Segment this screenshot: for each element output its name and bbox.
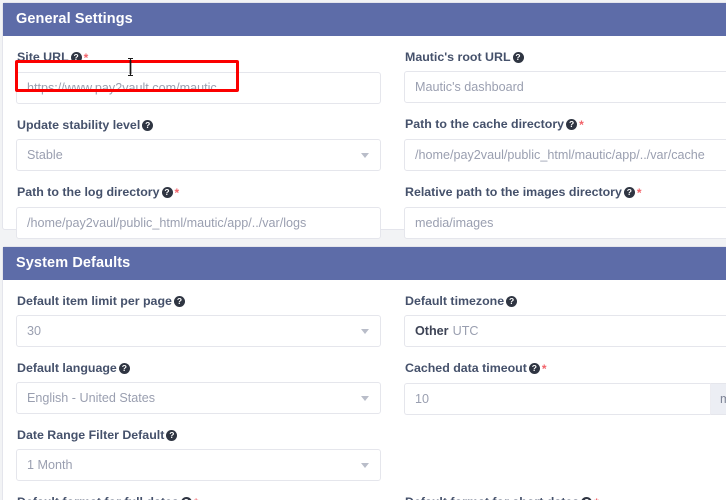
label-mautic-root-url-text: Mautic's root URL	[405, 50, 511, 64]
required-asterisk: *	[594, 496, 599, 500]
label-cache-directory: Path to the cache directory? *	[405, 117, 726, 133]
select-default-timezone-group: Other	[415, 324, 449, 338]
label-cache-directory-text: Path to the cache directory	[405, 117, 565, 131]
required-asterisk: *	[174, 186, 180, 200]
field-images-directory: Relative path to the images directory? * …	[404, 185, 726, 239]
input-cache-directory-value: /home/pay2vaul/public_html/mautic/app/..…	[415, 148, 705, 162]
label-default-format-short-dates-text: Default format for short dates	[405, 495, 579, 500]
label-mautic-root-url: Mautic's root URL?	[405, 50, 726, 65]
chevron-down-icon	[361, 329, 369, 334]
field-site-url: Site URL? * https://www.pay2vault.com/mau…	[16, 50, 382, 104]
system-defaults-left-column: Default item limit per page? 30 Default …	[16, 294, 382, 500]
field-cache-directory: Path to the cache directory? * /home/pay2…	[404, 117, 726, 171]
select-default-item-limit[interactable]: 30	[16, 315, 381, 347]
label-default-item-limit-text: Default item limit per page	[17, 294, 172, 308]
panel-header-general-settings: General Settings	[3, 3, 726, 36]
help-icon[interactable]: ?	[512, 52, 524, 63]
label-default-timezone-text: Default timezone	[405, 294, 505, 308]
input-group-cached-data-timeout: 10 m	[404, 383, 726, 415]
general-settings-left-column: Site URL? * https://www.pay2vault.com/mau…	[16, 50, 382, 253]
required-asterisk: *	[541, 362, 547, 376]
field-default-language: Default language? English - United State…	[16, 361, 382, 414]
input-site-url[interactable]: https://www.pay2vault.com/mautic	[16, 72, 381, 104]
label-default-item-limit: Default item limit per page?	[17, 294, 382, 309]
chevron-down-icon	[361, 153, 369, 158]
label-default-language: Default language?	[17, 361, 382, 376]
label-log-directory-text: Path to the log directory	[17, 185, 160, 199]
configuration-page: General Settings Site URL? * https://www.…	[0, 0, 726, 500]
label-date-range-filter-default: Date Range Filter Default?	[17, 428, 382, 443]
label-images-directory: Relative path to the images directory? *	[405, 185, 726, 201]
input-mautic-root-url[interactable]: Mautic's dashboard	[404, 71, 726, 103]
input-images-directory[interactable]: media/images	[404, 207, 726, 239]
required-asterisk: *	[636, 186, 642, 200]
field-log-directory: Path to the log directory? * /home/pay2va…	[16, 185, 382, 239]
input-cached-data-timeout-value: 10	[415, 392, 430, 406]
field-default-timezone: Default timezone? Other UTC	[404, 294, 726, 347]
label-log-directory: Path to the log directory? *	[17, 185, 382, 201]
select-update-stability-level[interactable]: Stable	[16, 139, 381, 171]
field-mautic-root-url: Mautic's root URL? Mautic's dashboard	[404, 50, 726, 103]
select-update-stability-level-value: Stable	[27, 148, 63, 162]
label-cached-data-timeout-text: Cached data timeout	[405, 361, 527, 375]
label-update-stability-level: Update stability level?	[17, 118, 382, 133]
label-date-range-filter-default-text: Date Range Filter Default	[17, 428, 165, 442]
input-log-directory[interactable]: /home/pay2vaul/public_html/mautic/app/..…	[16, 207, 381, 239]
help-icon[interactable]: ?	[528, 363, 540, 374]
input-cache-directory[interactable]: /home/pay2vaul/public_html/mautic/app/..…	[404, 139, 726, 171]
select-default-language[interactable]: English - United States	[16, 382, 381, 414]
select-default-timezone[interactable]: Other UTC	[404, 315, 726, 347]
help-icon[interactable]: ?	[70, 52, 82, 63]
label-update-stability-level-text: Update stability level	[17, 118, 141, 132]
help-icon[interactable]: ?	[566, 119, 578, 130]
help-icon[interactable]: ?	[118, 363, 130, 374]
label-default-format-full-dates-text: Default format for full dates	[17, 495, 179, 500]
help-icon[interactable]: ?	[142, 120, 154, 131]
panel-header-system-defaults: System Defaults	[3, 247, 726, 280]
input-images-directory-value: media/images	[415, 216, 494, 230]
help-icon[interactable]: ?	[166, 430, 178, 441]
general-settings-right-column: Mautic's root URL? Mautic's dashboard Pa…	[404, 50, 726, 253]
field-cached-data-timeout: Cached data timeout? * 10 m	[404, 361, 726, 415]
field-update-stability-level: Update stability level? Stable	[16, 118, 382, 171]
input-cached-data-timeout[interactable]: 10	[404, 383, 710, 415]
help-icon[interactable]: ?	[506, 296, 518, 307]
help-icon[interactable]: ?	[161, 187, 173, 198]
required-asterisk: *	[194, 496, 199, 500]
label-images-directory-text: Relative path to the images directory	[405, 185, 622, 199]
label-default-language-text: Default language	[17, 361, 117, 375]
select-date-range-filter-default[interactable]: 1 Month	[16, 449, 381, 481]
help-icon[interactable]: ?	[623, 187, 635, 198]
help-icon[interactable]: ?	[173, 296, 185, 307]
label-cached-data-timeout: Cached data timeout? *	[405, 361, 726, 377]
input-mautic-root-url-placeholder: Mautic's dashboard	[415, 80, 524, 94]
select-date-range-filter-default-value: 1 Month	[27, 458, 73, 472]
panel-general-settings: General Settings Site URL? * https://www.…	[2, 2, 726, 239]
select-default-timezone-value: UTC	[452, 324, 479, 338]
field-default-format-full-dates: Default format for full dates?*	[16, 495, 382, 500]
chevron-down-icon	[361, 463, 369, 468]
label-site-url-text: Site URL	[17, 50, 69, 64]
select-default-language-value: English - United States	[27, 391, 156, 405]
addon-minutes: m	[710, 383, 726, 415]
required-asterisk: *	[83, 51, 89, 65]
field-date-range-filter-default: Date Range Filter Default? 1 Month	[16, 428, 382, 481]
panel-body-general-settings: Site URL? * https://www.pay2vault.com/mau…	[3, 36, 726, 239]
select-default-item-limit-value: 30	[27, 324, 42, 338]
input-site-url-value: https://www.pay2vault.com/mautic	[27, 81, 217, 95]
field-default-item-limit: Default item limit per page? 30	[16, 294, 382, 347]
panel-system-defaults: System Defaults Default item limit per p…	[2, 246, 726, 500]
label-default-format-short-dates: Default format for short dates?*	[405, 495, 726, 500]
panel-body-system-defaults: Default item limit per page? 30 Default …	[3, 280, 726, 500]
label-default-format-full-dates: Default format for full dates?*	[17, 495, 382, 500]
label-site-url: Site URL? *	[17, 50, 382, 66]
input-log-directory-value: /home/pay2vaul/public_html/mautic/app/..…	[27, 216, 307, 230]
label-default-timezone: Default timezone?	[405, 294, 726, 309]
system-defaults-right-column: Default timezone? Other UTC Cached data …	[404, 294, 726, 500]
field-default-format-short-dates: Default format for short dates?*	[404, 495, 726, 500]
required-asterisk: *	[579, 118, 584, 132]
chevron-down-icon	[361, 396, 369, 401]
